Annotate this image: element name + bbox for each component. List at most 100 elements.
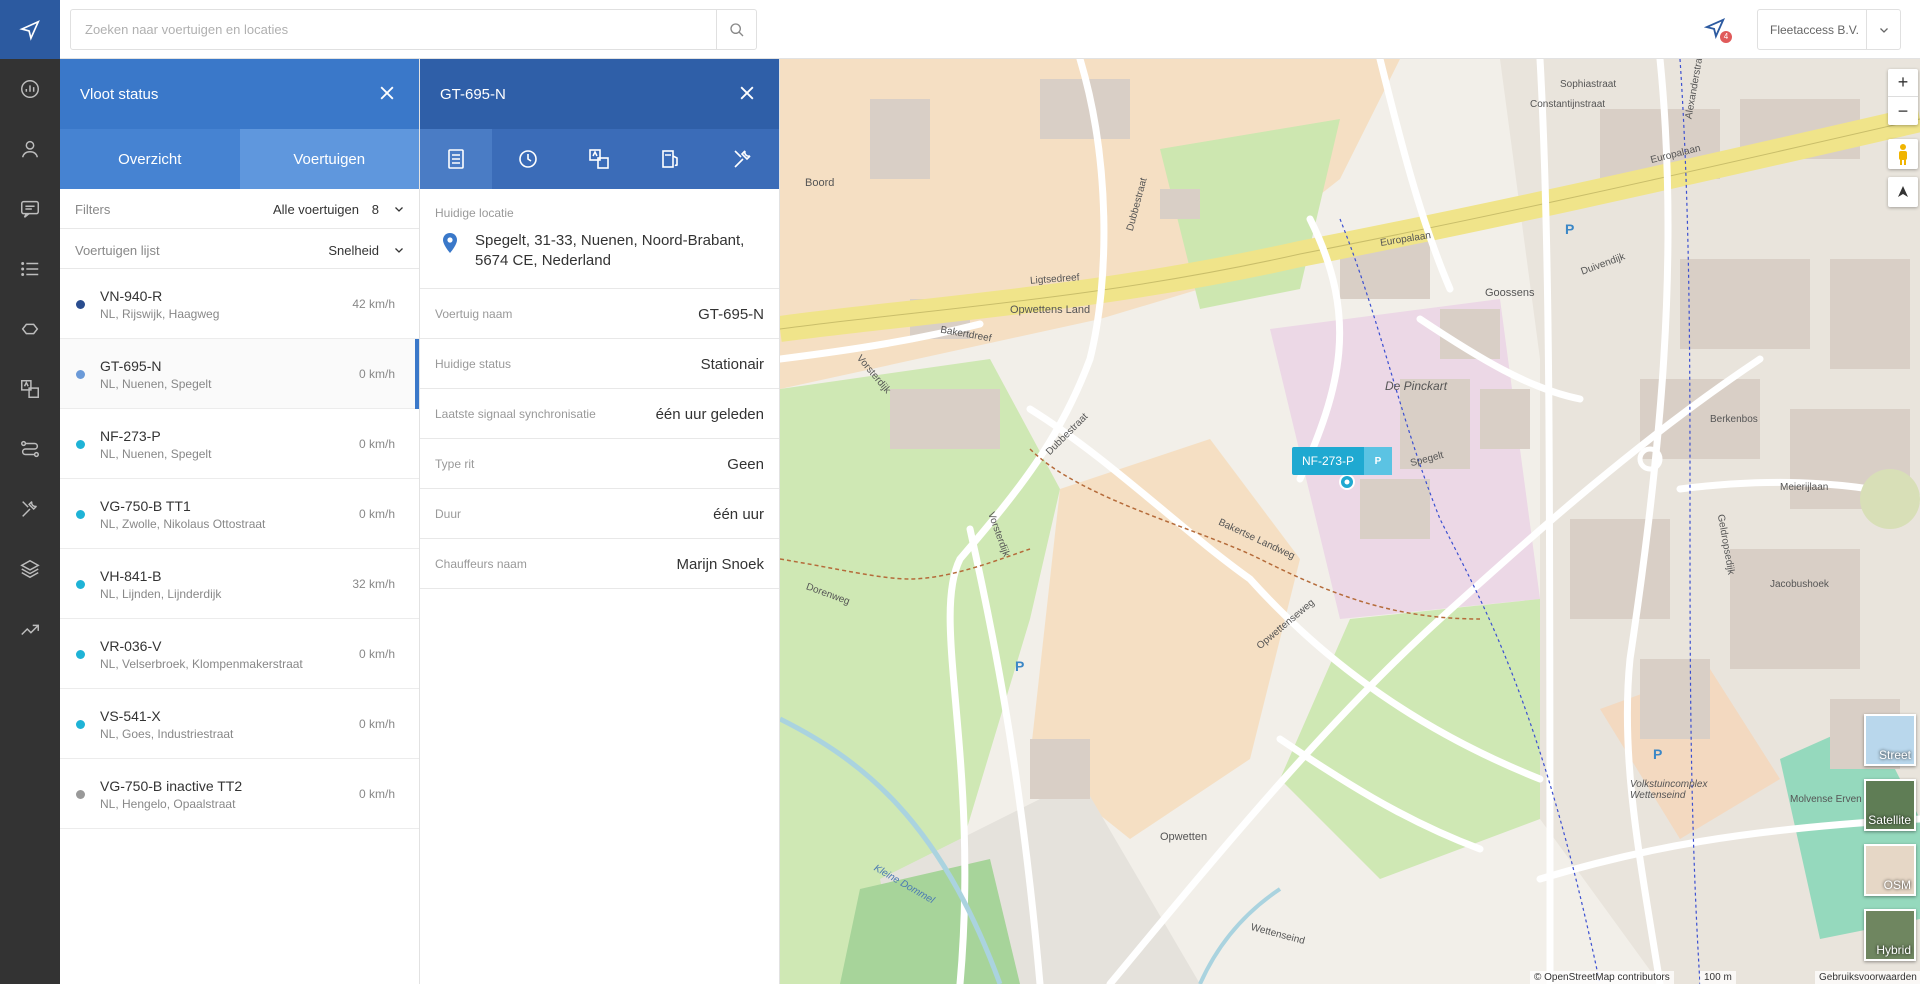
vehicle-plate: VH-841-B — [100, 568, 162, 584]
tools-icon[interactable] — [0, 479, 60, 539]
terms-link[interactable]: Gebruiksvoorwaarden — [1815, 971, 1920, 984]
zoom-in-button[interactable]: + — [1888, 69, 1918, 97]
detail-label: Chauffeurs naam — [435, 557, 527, 571]
search-input[interactable] — [71, 10, 711, 49]
list-icon[interactable] — [0, 239, 60, 299]
vehicle-speed: 32 km/h — [352, 577, 395, 591]
map-view[interactable]: P P P Europalaan Europalaan Ligtsedreef … — [780, 59, 1920, 984]
translate-icon[interactable] — [0, 359, 60, 419]
status-dot — [76, 580, 85, 589]
chevron-down-icon[interactable] — [393, 203, 405, 215]
list-item[interactable]: VG-750-B TT1 NL, Zwolle, Nikolaus Ottost… — [60, 479, 419, 549]
layers-icon[interactable] — [0, 539, 60, 599]
vehicle-plate: VN-940-R — [100, 288, 163, 304]
tab-maintenance[interactable] — [707, 129, 779, 189]
marker-plate: NF-273-P — [1302, 454, 1355, 468]
close-icon[interactable] — [377, 83, 397, 103]
layer-label: Hybrid — [1876, 943, 1911, 957]
vehicle-location: NL, Goes, Industriestraat — [100, 727, 234, 741]
status-dot — [76, 440, 85, 449]
vehicle-marker-label[interactable]: NF-273-P P — [1292, 447, 1393, 475]
vehicle-location: NL, Rijswijk, Haagweg — [100, 307, 220, 321]
fuel-icon — [662, 150, 679, 168]
list-item[interactable]: VS-541-X NL, Goes, Industriestraat 0 km/… — [60, 689, 419, 759]
location-pin-icon — [443, 233, 457, 253]
sync-icon[interactable] — [0, 299, 60, 359]
chevron-down-icon[interactable] — [393, 244, 405, 256]
layer-label: OSM — [1883, 878, 1911, 892]
detail-value: één uur geleden — [655, 406, 764, 423]
status-dot — [76, 650, 85, 659]
filters-count: 8 — [371, 202, 379, 217]
tab-info[interactable] — [420, 129, 492, 189]
search-icon[interactable] — [716, 10, 756, 49]
detail-label: Voertuig naam — [435, 307, 513, 321]
chat-icon[interactable] — [0, 179, 60, 239]
layer-hybrid-button[interactable]: Hybrid — [1864, 909, 1916, 961]
trend-icon[interactable] — [0, 599, 60, 659]
list-item[interactable]: NF-273-P NL, Nuenen, Spegelt 0 km/h — [60, 409, 419, 479]
filters-row[interactable]: Filters Alle voertuigen 8 — [60, 189, 419, 229]
vehicle-list: VN-940-R NL, Rijswijk, Haagweg 42 km/h G… — [60, 269, 419, 829]
svg-text:P: P — [1015, 658, 1024, 674]
navigation-arrow-icon[interactable] — [0, 0, 60, 59]
detail-row-duration: Duur één uur — [420, 489, 779, 539]
tab-overzicht[interactable]: Overzicht — [60, 129, 240, 189]
vehicle-location: NL, Zwolle, Nikolaus Ottostraat — [100, 517, 266, 531]
layer-osm-button[interactable]: OSM — [1864, 844, 1916, 896]
list-item[interactable]: GT-695-N NL, Nuenen, Spegelt 0 km/h — [60, 339, 419, 409]
detail-tabs — [420, 129, 779, 189]
layer-label: Street — [1878, 748, 1911, 762]
list-item[interactable]: VH-841-B NL, Lijnden, Lijnderdijk 32 km/… — [60, 549, 419, 619]
detail-row-trip-type: Type rit Geen — [420, 439, 779, 489]
layer-label: Satellite — [1868, 813, 1911, 827]
selection-indicator — [415, 339, 419, 409]
vehicle-list-label: Voertuigen lijst — [75, 243, 160, 258]
tab-history[interactable] — [492, 129, 564, 189]
tools-icon — [734, 150, 751, 168]
list-item[interactable]: VR-036-V NL, Velserbroek, Klompenmakerst… — [60, 619, 419, 689]
fleet-tabs: Overzicht Voertuigen — [60, 129, 419, 189]
vehicle-speed: 0 km/h — [358, 507, 395, 521]
vehicle-location: NL, Lijnden, Lijnderdijk — [100, 587, 222, 601]
svg-text:P: P — [1653, 746, 1662, 762]
list-item[interactable]: VN-940-R NL, Rijswijk, Haagweg 42 km/h — [60, 269, 419, 339]
vehicle-list-sort-row[interactable]: Voertuigen lijst Snelheid — [60, 229, 419, 269]
dashboard-icon[interactable] — [0, 59, 60, 119]
account-selector[interactable]: Fleetaccess B.V. — [1757, 9, 1901, 50]
vehicle-speed: 0 km/h — [358, 367, 395, 381]
map-scale: 100 m — [1700, 971, 1736, 984]
vehicle-location: NL, Nuenen, Spegelt — [100, 377, 212, 391]
layer-street-button[interactable]: Street — [1864, 714, 1916, 766]
chevron-down-icon[interactable] — [1866, 10, 1900, 49]
close-icon[interactable] — [737, 83, 757, 103]
map-label: Volkstuincomplex Wettenseind — [1630, 779, 1708, 801]
user-icon[interactable] — [0, 119, 60, 179]
detail-value: één uur — [713, 506, 764, 523]
routes-icon[interactable] — [0, 419, 60, 479]
status-dot — [76, 370, 85, 379]
layer-satellite-button[interactable]: Satellite — [1864, 779, 1916, 831]
vehicle-speed: 0 km/h — [358, 717, 395, 731]
compass-icon[interactable] — [1888, 177, 1918, 207]
tab-voertuigen[interactable]: Voertuigen — [239, 129, 419, 189]
detail-header: GT-695-N — [420, 59, 779, 129]
tab-translate[interactable] — [564, 129, 636, 189]
vehicle-plate: VG-750-B TT1 — [100, 498, 191, 514]
detail-row-status: Huidige status Stationair — [420, 339, 779, 389]
detail-row-vehicle-name: Voertuig naam GT-695-N — [420, 289, 779, 339]
list-item[interactable]: VG-750-B inactive TT2 NL, Hengelo, Opaal… — [60, 759, 419, 829]
nav-rail — [0, 0, 60, 984]
map-label: Jacobushoek — [1770, 579, 1829, 590]
zoom-out-button[interactable]: − — [1888, 97, 1918, 125]
notification-icon[interactable]: 4 — [1703, 17, 1732, 43]
tab-fuel[interactable] — [635, 129, 707, 189]
location-label: Huidige locatie — [435, 206, 514, 220]
notification-badge: 4 — [1720, 31, 1732, 43]
street-view-pegman-icon[interactable] — [1888, 139, 1918, 169]
document-icon — [448, 149, 464, 169]
detail-label: Type rit — [435, 457, 475, 471]
map-attribution[interactable]: © OpenStreetMap contributors — [1530, 971, 1674, 984]
detail-label: Duur — [435, 507, 462, 521]
vehicle-speed: 0 km/h — [358, 437, 395, 451]
